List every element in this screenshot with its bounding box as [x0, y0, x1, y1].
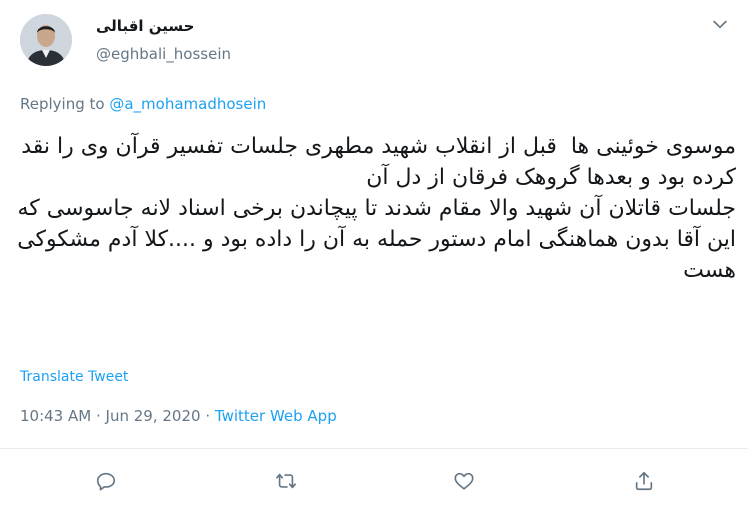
tweet-meta: 10:43 AM · Jun 29, 2020 · Twitter Web Ap…	[20, 407, 337, 425]
retweet-icon[interactable]	[272, 467, 300, 495]
heart-icon[interactable]	[450, 467, 478, 495]
chevron-down-icon[interactable]	[710, 14, 730, 34]
user-handle[interactable]: @eghbali_hossein	[96, 45, 231, 63]
display-name[interactable]: حسین اقبالی	[96, 17, 194, 35]
replying-to-label: Replying to	[20, 95, 105, 113]
replying-to: Replying to @a_mohamadhosein	[20, 95, 266, 113]
divider	[0, 448, 748, 449]
translate-tweet-link[interactable]: Translate Tweet	[20, 369, 128, 385]
share-icon[interactable]	[630, 467, 658, 495]
avatar[interactable]	[20, 14, 72, 66]
replying-to-link[interactable]: @a_mohamadhosein	[109, 95, 266, 113]
tweet-date[interactable]: Jun 29, 2020	[106, 407, 201, 425]
meta-separator: ·	[95, 407, 101, 425]
avatar-image	[20, 14, 72, 66]
meta-separator: ·	[205, 407, 211, 425]
tweet-text: موسوی خوئینی ها قبل از انقلاب شهید مطهری…	[17, 134, 736, 283]
reply-icon[interactable]	[92, 467, 120, 495]
tweet-time[interactable]: 10:43 AM	[20, 407, 91, 425]
tweet-source[interactable]: Twitter Web App	[215, 407, 337, 425]
